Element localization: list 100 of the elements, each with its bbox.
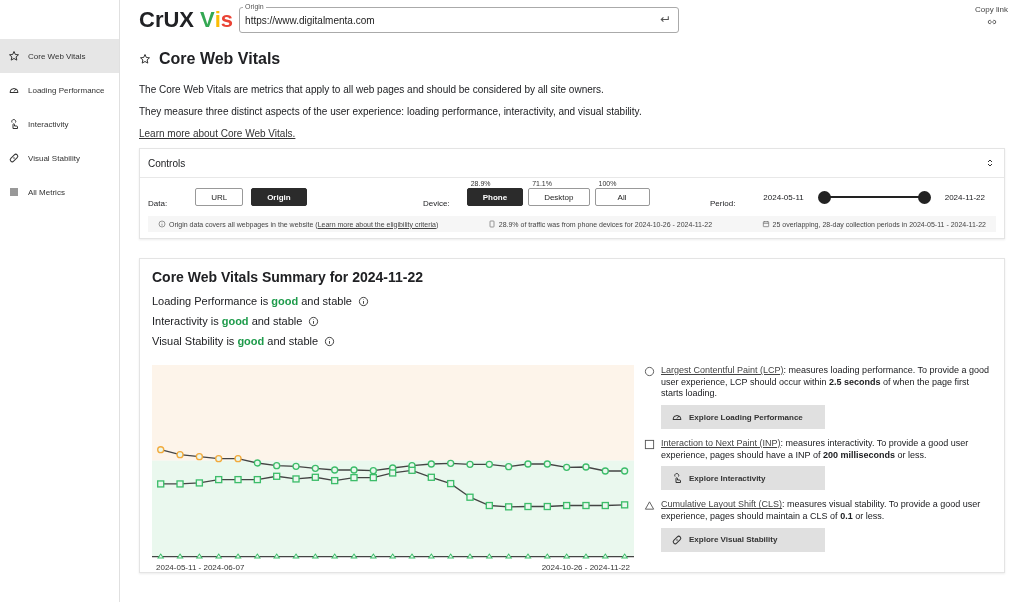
device-label: Device: (423, 198, 450, 208)
square-point (485, 501, 493, 510)
square-point (350, 473, 358, 482)
square-point (215, 475, 223, 484)
circle-point (601, 467, 609, 475)
circle-point (543, 460, 551, 468)
triangle-point (466, 553, 474, 559)
device-option[interactable]: All (594, 188, 650, 206)
explore-button[interactable]: Explore Interactivity (661, 466, 825, 491)
circle-point (620, 467, 629, 475)
sidebar-item[interactable]: Interactivity (0, 107, 119, 141)
info-icon[interactable] (308, 315, 320, 327)
summary-line: Visual Stability is good and stable (152, 335, 319, 347)
metric-description: Largest Contentful Paint (LCP): measures loading performance. To provide a good user experience, LCP should occur within 2.5 seconds of when the page first starts loading. (661, 365, 991, 401)
app-logo: CrUX Vis (139, 7, 234, 33)
triangle-point (215, 553, 222, 559)
triangle-point (350, 553, 358, 559)
square-point (292, 475, 300, 483)
axis-label: 2024-05-11 - 2024-06-07 (156, 563, 245, 572)
data-option[interactable]: Origin (251, 188, 307, 206)
phone-icon (487, 220, 496, 228)
square-point (543, 502, 551, 511)
square-point (176, 480, 184, 488)
explore-button[interactable]: Explore Loading Performance (661, 405, 825, 430)
sidebar-item[interactable]: Core Web Vitals (0, 39, 119, 73)
square-point (253, 475, 262, 484)
sidebar-item[interactable]: Visual Stability (0, 141, 119, 175)
triangle-point (544, 553, 551, 559)
square-icon (644, 439, 655, 451)
circle-point (253, 459, 262, 467)
explore-button[interactable]: Explore Visual Stability (661, 527, 825, 552)
device-option[interactable]: Desktop (528, 188, 590, 206)
triangle-point (563, 553, 570, 559)
circle-point (331, 466, 339, 474)
period-label: Period: (710, 198, 736, 208)
square-point (466, 493, 474, 501)
circle-point (215, 455, 223, 463)
circle-point (157, 446, 165, 454)
circle-point (524, 460, 532, 468)
summary-line: Loading Performance is good and stable (152, 295, 352, 307)
metric-description: Cumulative Layout Shift (CLS): measures visual stability. To provide a good user experience, pages should maintain a CLS of 0.1 or less. (661, 499, 982, 523)
circle-point (234, 455, 242, 463)
triangle-point (254, 553, 261, 559)
slider-thumb[interactable] (817, 190, 831, 204)
end-date: 2024-11-22 (944, 192, 985, 202)
menu-icon (8, 186, 20, 198)
triangle-point (524, 553, 532, 559)
triangle-point (486, 553, 493, 559)
circle-point (466, 460, 474, 468)
square-point (524, 502, 532, 511)
square-point (427, 473, 435, 481)
square-point (311, 473, 320, 481)
metric-description: Interaction to Next Paint (INP): measures interactivity. To provide a good user experience, pages should have a INP of 200 milliseconds or less. (661, 438, 970, 462)
circle-point (504, 463, 513, 471)
triangle-point (273, 553, 280, 559)
circle-point (176, 451, 184, 459)
circle-point (273, 462, 281, 470)
triangle-point (176, 553, 184, 559)
triangle-point (602, 553, 609, 559)
metric-link[interactable]: Largest Contentful Paint (LCP) (661, 365, 784, 375)
period-slider[interactable] (817, 190, 931, 204)
triangle-icon (644, 500, 655, 512)
circle-point (485, 460, 493, 468)
triangle-point (428, 553, 435, 559)
info-icon[interactable] (357, 295, 369, 307)
square-point (504, 503, 513, 511)
sidebar-item[interactable]: Loading Performance (0, 73, 119, 107)
metric-link[interactable]: Interaction to Next Paint (INP) (661, 438, 781, 449)
learn-more-link[interactable]: Learn more about Core Web Vitals. (139, 128, 296, 139)
data-label: Data: (148, 198, 168, 208)
triangle-point (157, 553, 164, 559)
square-point (369, 473, 377, 482)
square-point (234, 475, 242, 484)
bandage-icon (8, 152, 20, 164)
pointer-icon (8, 118, 20, 130)
square-point (195, 479, 204, 487)
data-option[interactable]: URL (195, 188, 244, 206)
sidebar-item[interactable]: All Metrics (0, 175, 119, 209)
triangle-point (312, 553, 319, 559)
star-icon (139, 53, 151, 65)
triangle-point (292, 553, 300, 559)
info-icon (158, 220, 166, 228)
triangle-point (389, 553, 396, 559)
square-point (446, 479, 455, 488)
triangle-point (331, 553, 338, 559)
device-option[interactable]: Phone (466, 188, 524, 206)
circle-point (562, 463, 571, 471)
square-point (620, 501, 629, 509)
link-icon (985, 17, 998, 27)
page-title: Core Web Vitals (159, 50, 281, 68)
copy-link-button[interactable]: Copy link (975, 5, 1008, 27)
info-icon[interactable] (324, 335, 336, 347)
triangle-point (408, 553, 416, 559)
circle-point (311, 464, 320, 472)
triangle-point (621, 553, 628, 559)
intro-paragraph: They measure three distinct aspects of the user experience: loading performance, interactivity, and visual stability. (139, 106, 643, 117)
bandage-icon (671, 533, 683, 546)
slider-thumb[interactable] (917, 190, 931, 204)
square-point (331, 476, 339, 485)
triangle-point (234, 553, 242, 559)
